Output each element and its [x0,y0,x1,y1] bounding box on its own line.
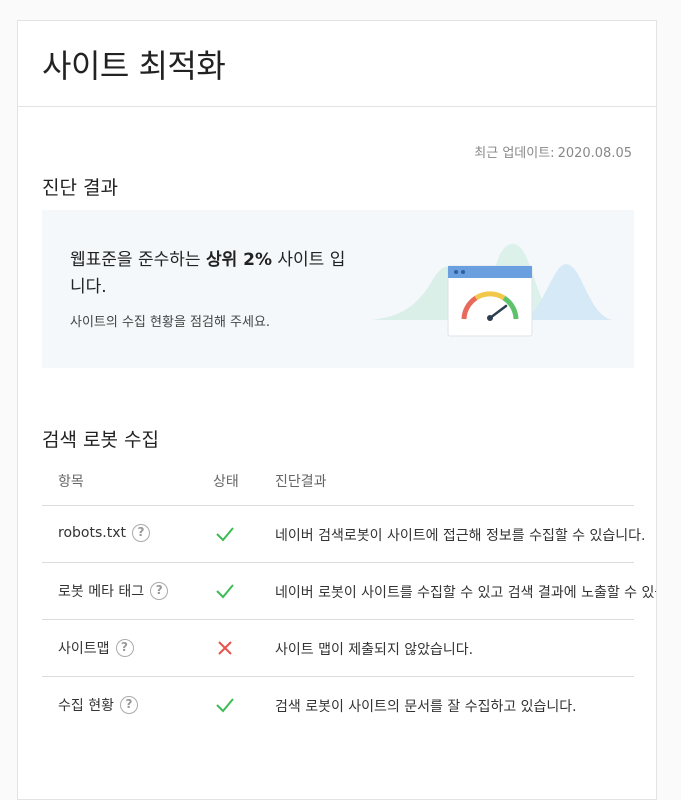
row-item: robots.txt ? [58,524,150,542]
row-item: 수집 현황 ? [58,695,138,715]
row-item: 로봇 메타 태그 ? [58,581,169,601]
check-icon [216,527,234,542]
card-body: 최근 업데이트: 2020.08.05 진단 결과 웹표준을 준수하는 상위 2%… [18,107,656,799]
item-label: 로봇 메타 태그 [58,584,145,600]
diagnosis-panel: 웹표준을 준수하는 상위 2% 사이트 입니다. 사이트의 수집 현황을 점검해… [42,210,634,368]
row-result: 네이버 로봇이 사이트를 수집할 수 있고 검색 결과에 노출할 수 있습니다. [275,585,656,601]
page-title: 사이트 최적화 [42,47,226,85]
item-label: 사이트맵 [58,641,110,657]
table-row: 로봇 메타 태그 ? 네이버 로봇이 사이트를 수집할 수 있고 검색 결과에 … [42,563,656,620]
gauge-illustration [372,243,612,337]
last-updated: 최근 업데이트: 2020.08.05 [474,142,632,161]
row-result: 검색 로봇이 사이트의 문서를 잘 수집하고 있습니다. [275,699,577,715]
table-row: robots.txt ? 네이버 검색로봇이 사이트에 접근해 정보를 수집할 … [42,506,645,563]
diagnosis-subtext: 사이트의 수집 현황을 점검해 주세요. [70,315,271,330]
headline-text: 웹표준을 준수하는 [70,250,206,270]
last-updated-date: 2020.08.05 [557,146,632,161]
column-status: 상태 [213,474,239,490]
item-label: 수집 현황 [58,698,114,714]
card-header: 사이트 최적화 [18,21,656,107]
check-icon [216,584,234,599]
table-row: 사이트맵 ? 사이트 맵이 제출되지 않았습니다. [42,620,634,677]
item-label: robots.txt [58,525,126,541]
help-icon[interactable]: ? [119,696,138,714]
diagnosis-headline: 웹표준을 준수하는 상위 2% 사이트 입니다. [70,247,350,301]
table-row: 수집 현황 ? 검색 로봇이 사이트의 문서를 잘 수집하고 있습니다. [42,677,634,733]
window-titlebar [448,266,532,278]
row-result: 네이버 검색로봇이 사이트에 접근해 정보를 수집할 수 있습니다. [275,528,646,544]
help-icon[interactable]: ? [131,524,150,542]
row-item: 사이트맵 ? [58,638,134,658]
row-result: 사이트 맵이 제출되지 않았습니다. [275,642,474,658]
cross-icon [218,641,232,655]
diagnosis-title: 진단 결과 [42,177,118,199]
last-updated-label: 최근 업데이트: [474,146,555,161]
headline-rank: 상위 2% [205,250,272,270]
site-optimization-card: 사이트 최적화 최근 업데이트: 2020.08.05 진단 결과 웹표준을 준수… [17,20,657,800]
column-item: 항목 [58,474,84,490]
table-header: 항목 상태 진단결과 [42,450,634,506]
robot-table: 항목 상태 진단결과 robots.txt ? 네이버 검색로봇이 사이트에 접… [42,450,656,733]
check-icon [216,698,234,713]
column-result: 진단결과 [275,474,327,490]
robot-section-title: 검색 로봇 수집 [42,429,159,451]
help-icon[interactable]: ? [115,639,134,657]
help-icon[interactable]: ? [150,582,169,600]
